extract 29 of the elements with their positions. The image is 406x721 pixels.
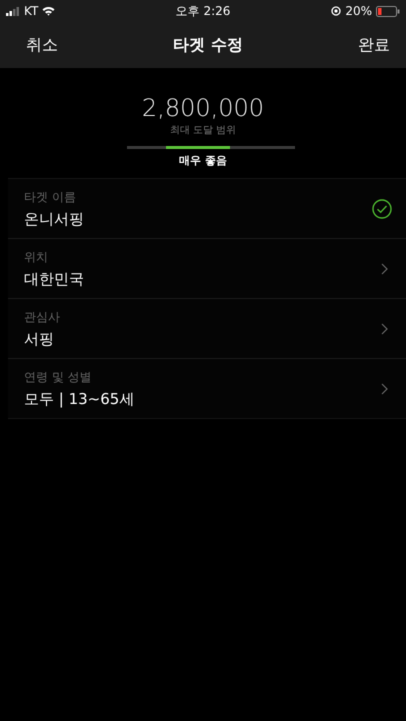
field-row[interactable]: 관심사 서핑 (8, 299, 406, 359)
done-button[interactable]: 완료 (299, 34, 390, 56)
field-label: 위치 (24, 248, 49, 266)
field-row[interactable]: 연령 및 성별 모두 | 13~65세 (8, 359, 406, 418)
chevron-right-icon (381, 322, 388, 334)
field-label: 관심사 (24, 308, 61, 326)
chevron-right-icon (381, 382, 388, 394)
battery-percent: 20% (345, 4, 372, 18)
reach-caption: 최대 도달 범위 (170, 124, 236, 137)
wifi-icon (42, 6, 56, 16)
field-value: 대한민국 (24, 270, 85, 288)
screen-title: 타겟 수정 (172, 34, 244, 56)
check-circle-icon (372, 198, 392, 218)
chevron-right-icon (381, 262, 388, 274)
field-row[interactable]: 위치 대한민국 (8, 239, 406, 299)
signal-icon (6, 6, 20, 16)
reach-rating: 매우 좋음 (179, 153, 227, 168)
field-value: 온니서핑 (24, 210, 85, 228)
cancel-button[interactable]: 취소 (26, 34, 117, 56)
battery-icon (376, 6, 400, 16)
rotation-lock-icon (331, 6, 342, 16)
field-value: 서핑 (24, 330, 55, 348)
field-value: 모두 | 13~65세 (24, 390, 136, 408)
carrier-name: KT (24, 4, 38, 18)
field-label: 타겟 이름 (24, 188, 77, 206)
clock-time: 오후 2:26 (176, 2, 230, 20)
field-label: 연령 및 성별 (24, 368, 93, 386)
field-row[interactable]: 타겟 이름 온니서핑 (8, 179, 406, 239)
reach-number: 2,800,000 (142, 94, 264, 122)
